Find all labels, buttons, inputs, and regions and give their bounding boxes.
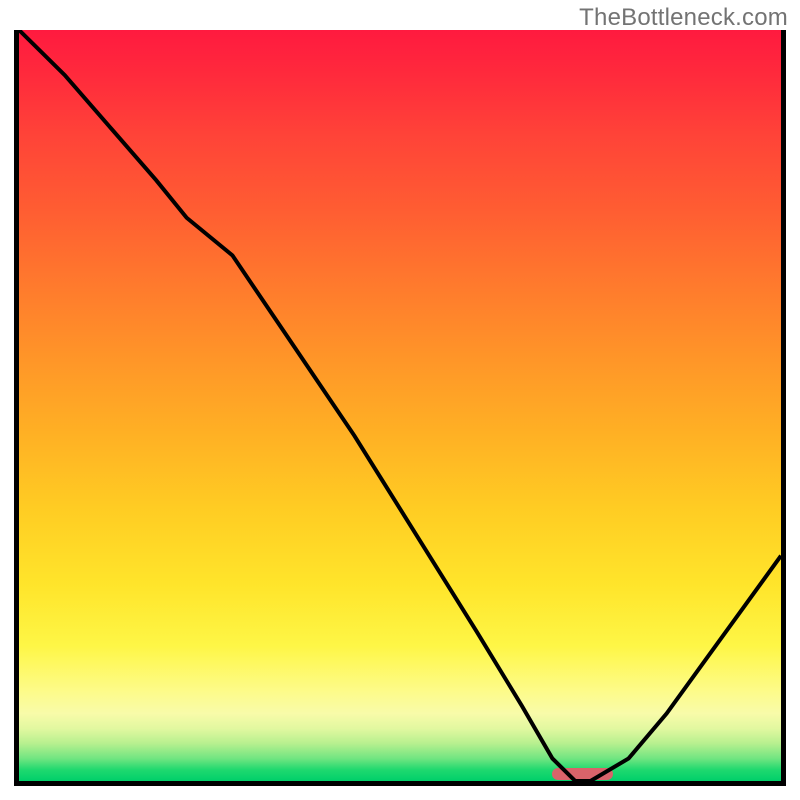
chart-stage: TheBottleneck.com	[0, 0, 800, 800]
gradient-fill	[19, 30, 781, 781]
watermark-text: TheBottleneck.com	[579, 4, 788, 32]
optimal-marker	[552, 768, 613, 780]
plot-area	[14, 30, 786, 786]
